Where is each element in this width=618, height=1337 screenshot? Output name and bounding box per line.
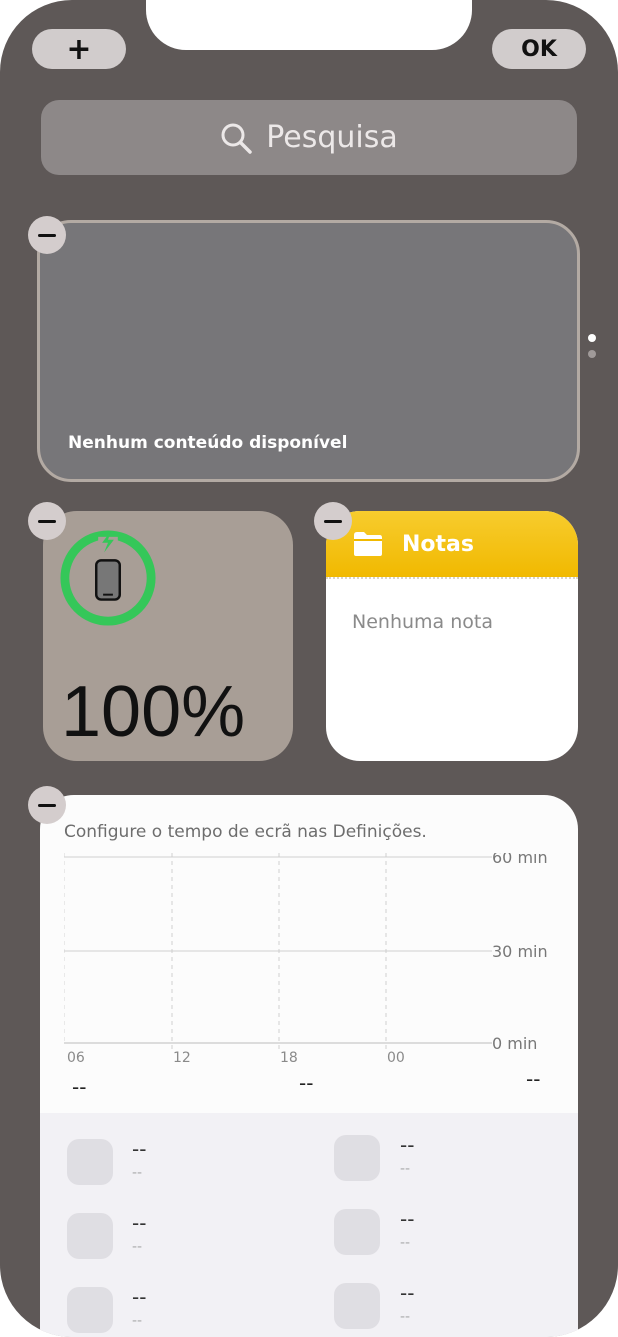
screen-time-caption: Configure o tempo de ecrã nas Definições… xyxy=(64,822,427,842)
battery-percentage: 100% xyxy=(61,672,246,752)
app-icon-placeholder xyxy=(334,1283,380,1329)
search-placeholder: Pesquisa xyxy=(266,120,398,155)
large-widget[interactable]: Nenhum conteúdo disponível xyxy=(37,220,580,482)
app-usage: -- xyxy=(400,1161,411,1177)
x-tick-label: 12 xyxy=(173,1050,191,1065)
y-tick-label: 0 min xyxy=(492,1034,537,1053)
battery-ring xyxy=(60,530,156,626)
app-icon-placeholder xyxy=(67,1213,113,1259)
x-tick-label: 06 xyxy=(67,1050,85,1065)
app-name: -- xyxy=(132,1285,147,1309)
app-icon-placeholder xyxy=(334,1135,380,1181)
battery-widget[interactable]: 100% xyxy=(43,511,293,761)
empty-content-label: Nenhum conteúdo disponível xyxy=(68,433,348,453)
remove-widget-button[interactable] xyxy=(314,502,352,540)
search-icon xyxy=(221,123,252,154)
notes-empty-label: Nenhuma nota xyxy=(352,611,493,633)
remove-widget-button[interactable] xyxy=(28,216,66,254)
summary-value: -- xyxy=(72,1075,87,1099)
search-field[interactable]: Pesquisa xyxy=(41,100,577,175)
page-dot-active xyxy=(588,334,596,342)
y-tick-label: 30 min xyxy=(492,942,548,961)
app-name: -- xyxy=(400,1133,415,1157)
notes-title: Notas xyxy=(402,531,474,557)
screen-time-widget[interactable]: Configure o tempo de ecrã nas Definições… xyxy=(40,795,578,1337)
summary-value: -- xyxy=(299,1071,314,1095)
app-icon-placeholder xyxy=(334,1209,380,1255)
notch xyxy=(146,0,472,50)
add-widget-button[interactable]: + xyxy=(32,29,126,69)
notes-header: Notas xyxy=(326,511,578,577)
remove-widget-button[interactable] xyxy=(28,786,66,824)
screen-time-summary: -- -- -- xyxy=(40,1067,578,1105)
page-indicator[interactable] xyxy=(588,334,596,366)
folder-icon xyxy=(354,532,382,556)
app-usage: -- xyxy=(400,1235,411,1251)
app-usage: -- xyxy=(132,1239,143,1255)
remove-widget-button[interactable] xyxy=(28,502,66,540)
screen-time-chart: 06 12 18 00 60 min 30 min 0 min xyxy=(64,853,548,1065)
app-usage: -- xyxy=(132,1313,143,1329)
app-usage-list: -- -- -- -- -- -- -- -- -- -- -- -- xyxy=(40,1113,578,1337)
summary-value: -- xyxy=(526,1067,541,1091)
app-icon-placeholder xyxy=(67,1139,113,1185)
page-dot xyxy=(588,350,596,358)
app-usage: -- xyxy=(400,1309,411,1325)
app-usage: -- xyxy=(132,1165,143,1181)
phone-icon xyxy=(95,559,121,601)
x-tick-label: 18 xyxy=(280,1050,298,1065)
app-icon-placeholder xyxy=(67,1287,113,1333)
notes-widget[interactable]: Notas Nenhuma nota xyxy=(326,511,578,761)
app-name: -- xyxy=(400,1281,415,1305)
widget-edit-screen: + OK Pesquisa Nenhum conteúdo disponível… xyxy=(0,0,618,1337)
y-tick-label: 60 min xyxy=(492,853,548,867)
done-button[interactable]: OK xyxy=(492,29,586,69)
app-name: -- xyxy=(400,1207,415,1231)
app-name: -- xyxy=(132,1137,147,1161)
x-tick-label: 00 xyxy=(387,1050,405,1065)
app-name: -- xyxy=(132,1211,147,1235)
